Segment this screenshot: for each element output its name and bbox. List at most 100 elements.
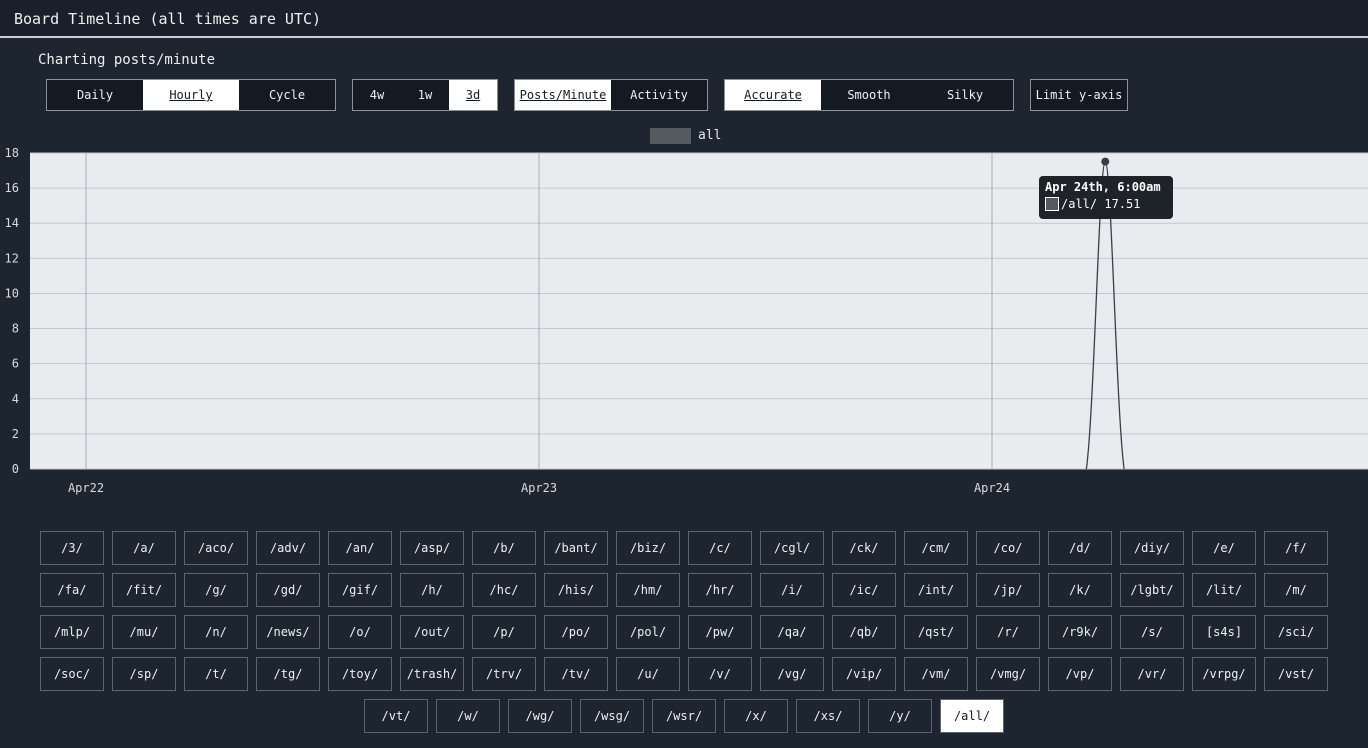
- board-button[interactable]: /gif/: [328, 573, 392, 607]
- board-button[interactable]: /news/: [256, 615, 320, 649]
- board-button[interactable]: /xs/: [796, 699, 860, 733]
- board-button[interactable]: /trv/: [472, 657, 536, 691]
- board-button[interactable]: /a/: [112, 531, 176, 565]
- board-button[interactable]: /qst/: [904, 615, 968, 649]
- board-button[interactable]: /aco/: [184, 531, 248, 565]
- board-button[interactable]: /f/: [1264, 531, 1328, 565]
- board-button[interactable]: /cm/: [904, 531, 968, 565]
- board-button[interactable]: /o/: [328, 615, 392, 649]
- board-button[interactable]: /diy/: [1120, 531, 1184, 565]
- board-button[interactable]: /ic/: [832, 573, 896, 607]
- board-button[interactable]: /fit/: [112, 573, 176, 607]
- smoothing-button-silky[interactable]: Silky: [917, 80, 1013, 110]
- board-button[interactable]: /b/: [472, 531, 536, 565]
- board-button[interactable]: /d/: [1048, 531, 1112, 565]
- board-button[interactable]: /jp/: [976, 573, 1040, 607]
- board-button[interactable]: /asp/: [400, 531, 464, 565]
- board-button[interactable]: /int/: [904, 573, 968, 607]
- board-button[interactable]: /sci/: [1264, 615, 1328, 649]
- limit-y-axis-button[interactable]: Limit y-axis: [1031, 80, 1127, 110]
- board-button[interactable]: /trash/: [400, 657, 464, 691]
- smoothing-button-smooth[interactable]: Smooth: [821, 80, 917, 110]
- chart-legend[interactable]: all: [650, 127, 721, 144]
- range-button-1w[interactable]: 1w: [401, 80, 449, 110]
- board-button[interactable]: /hr/: [688, 573, 752, 607]
- y-tick-label: 0: [12, 462, 19, 476]
- mode-button-hourly[interactable]: Hourly: [143, 80, 239, 110]
- board-button[interactable]: /co/: [976, 531, 1040, 565]
- board-button[interactable]: /vrpg/: [1192, 657, 1256, 691]
- metric-button-posts-minute[interactable]: Posts/Minute: [515, 80, 611, 110]
- board-button[interactable]: /his/: [544, 573, 608, 607]
- header-bar: Board Timeline (all times are UTC): [0, 0, 1368, 38]
- board-button[interactable]: /h/: [400, 573, 464, 607]
- board-button[interactable]: /i/: [760, 573, 824, 607]
- y-tick-label: 10: [5, 286, 19, 300]
- board-button[interactable]: /g/: [184, 573, 248, 607]
- board-button[interactable]: /qb/: [832, 615, 896, 649]
- board-button[interactable]: /gd/: [256, 573, 320, 607]
- metric-button-activity[interactable]: Activity: [611, 80, 707, 110]
- board-button[interactable]: /c/: [688, 531, 752, 565]
- board-button[interactable]: /pol/: [616, 615, 680, 649]
- board-button[interactable]: /wg/: [508, 699, 572, 733]
- board-button[interactable]: /bant/: [544, 531, 608, 565]
- board-button[interactable]: /biz/: [616, 531, 680, 565]
- board-button[interactable]: /lgbt/: [1120, 573, 1184, 607]
- board-button[interactable]: /p/: [472, 615, 536, 649]
- board-button[interactable]: /an/: [328, 531, 392, 565]
- board-button[interactable]: /hm/: [616, 573, 680, 607]
- board-button[interactable]: /adv/: [256, 531, 320, 565]
- board-button[interactable]: /vp/: [1048, 657, 1112, 691]
- series-point-highlight[interactable]: [1101, 157, 1110, 166]
- board-button[interactable]: /hc/: [472, 573, 536, 607]
- board-button[interactable]: /qa/: [760, 615, 824, 649]
- board-button[interactable]: /mlp/: [40, 615, 104, 649]
- board-button[interactable]: /soc/: [40, 657, 104, 691]
- board-button[interactable]: /r9k/: [1048, 615, 1112, 649]
- board-button[interactable]: /wsg/: [580, 699, 644, 733]
- board-button[interactable]: /n/: [184, 615, 248, 649]
- board-button[interactable]: /vip/: [832, 657, 896, 691]
- board-button[interactable]: /fa/: [40, 573, 104, 607]
- board-button[interactable]: /vt/: [364, 699, 428, 733]
- board-button[interactable]: /lit/: [1192, 573, 1256, 607]
- board-button[interactable]: /e/: [1192, 531, 1256, 565]
- board-button[interactable]: /wsr/: [652, 699, 716, 733]
- board-button[interactable]: /vm/: [904, 657, 968, 691]
- mode-button-cycle[interactable]: Cycle: [239, 80, 335, 110]
- board-button[interactable]: /s/: [1120, 615, 1184, 649]
- board-button[interactable]: /cgl/: [760, 531, 824, 565]
- y-tick-label: 8: [12, 322, 19, 336]
- board-button[interactable]: /m/: [1264, 573, 1328, 607]
- smoothing-button-accurate[interactable]: Accurate: [725, 80, 821, 110]
- board-button[interactable]: [s4s]: [1192, 615, 1256, 649]
- board-button[interactable]: /v/: [688, 657, 752, 691]
- board-button[interactable]: /pw/: [688, 615, 752, 649]
- board-button[interactable]: /toy/: [328, 657, 392, 691]
- board-button[interactable]: /ck/: [832, 531, 896, 565]
- board-button[interactable]: /tv/: [544, 657, 608, 691]
- range-button-3d[interactable]: 3d: [449, 80, 497, 110]
- board-button[interactable]: /all/: [940, 699, 1004, 733]
- board-button[interactable]: /tg/: [256, 657, 320, 691]
- board-button[interactable]: /r/: [976, 615, 1040, 649]
- board-button[interactable]: /vr/: [1120, 657, 1184, 691]
- mode-button-daily[interactable]: Daily: [47, 80, 143, 110]
- board-button[interactable]: /out/: [400, 615, 464, 649]
- board-button[interactable]: /mu/: [112, 615, 176, 649]
- board-button[interactable]: /po/: [544, 615, 608, 649]
- board-button[interactable]: /3/: [40, 531, 104, 565]
- y-axis-ticks: 0 2 4 6 8 10 12 14 16 18: [5, 146, 19, 476]
- board-button[interactable]: /k/: [1048, 573, 1112, 607]
- board-button[interactable]: /vst/: [1264, 657, 1328, 691]
- board-button[interactable]: /sp/: [112, 657, 176, 691]
- board-button[interactable]: /y/: [868, 699, 932, 733]
- board-button[interactable]: /vmg/: [976, 657, 1040, 691]
- board-button[interactable]: /w/: [436, 699, 500, 733]
- board-button[interactable]: /u/: [616, 657, 680, 691]
- board-button[interactable]: /vg/: [760, 657, 824, 691]
- range-button-4w[interactable]: 4w: [353, 80, 401, 110]
- board-button[interactable]: /t/: [184, 657, 248, 691]
- board-button[interactable]: /x/: [724, 699, 788, 733]
